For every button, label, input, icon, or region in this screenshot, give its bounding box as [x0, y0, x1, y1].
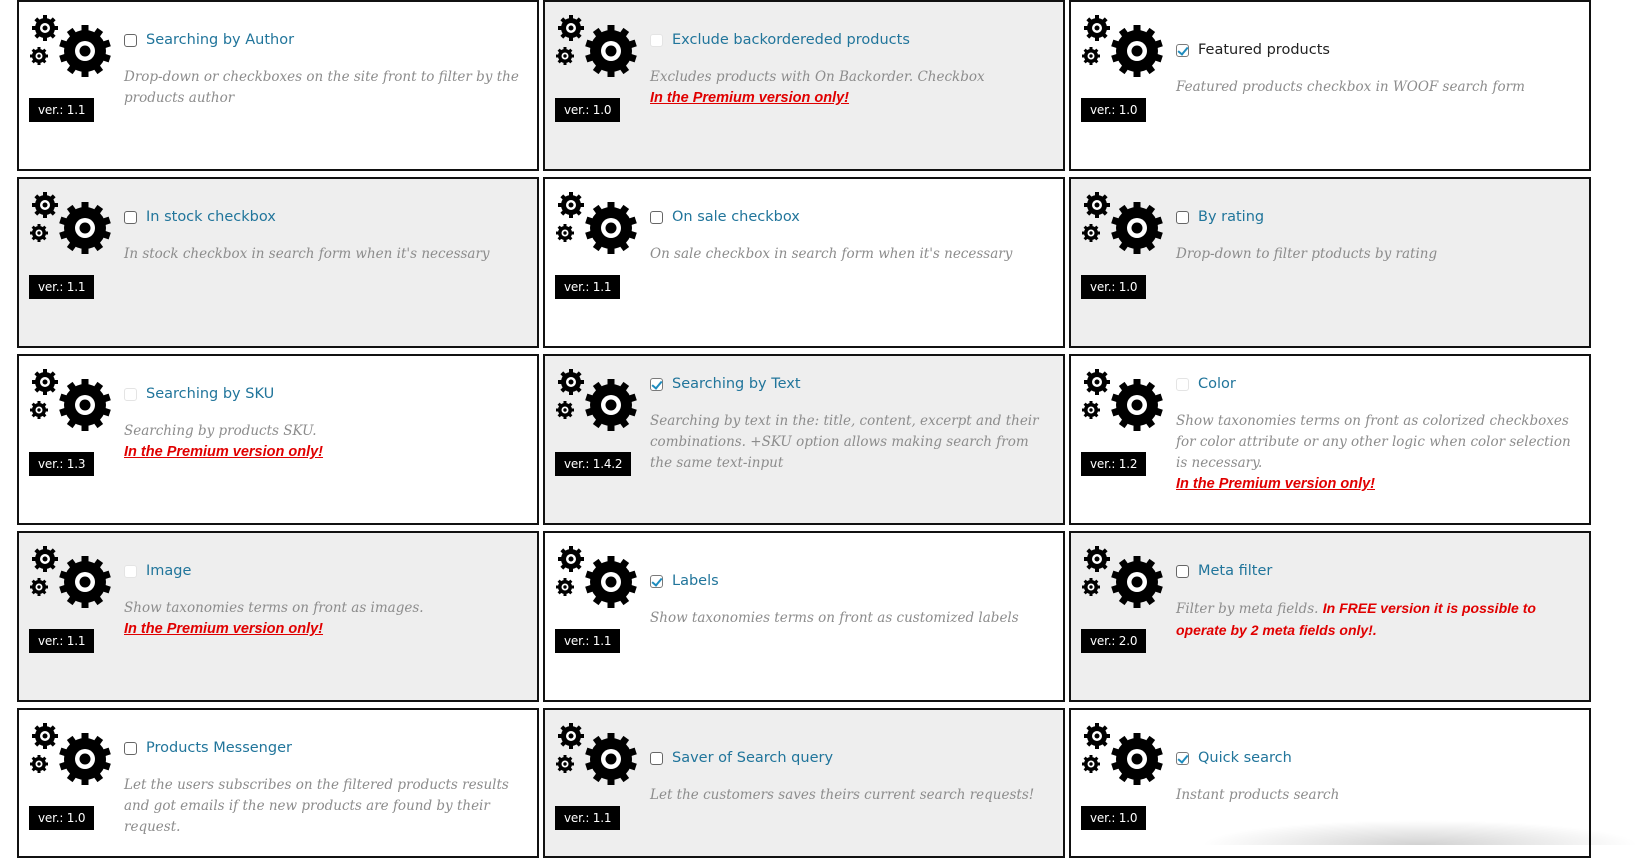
enable-checkbox[interactable] — [1176, 43, 1189, 57]
description-text: Excludes products with On Backorder. Che… — [650, 69, 985, 85]
extension-title[interactable]: Products Messenger — [146, 740, 292, 756]
extension-title[interactable]: Image — [146, 563, 191, 579]
version-badge: ver.: 2.0 — [1081, 629, 1147, 653]
extension-title[interactable]: By rating — [1198, 209, 1264, 225]
extension-card: ver.: 1.1 Labels Show taxonomies terms on … — [543, 531, 1065, 702]
extension-card: ver.: 1.0 By rating Drop-down to filter pt… — [1069, 177, 1591, 348]
description-text: Show taxonomies terms on front as colori… — [1176, 413, 1571, 471]
extension-card: ver.: 1.1 On sale checkbox On sale checkbo… — [543, 177, 1065, 348]
enable-checkbox[interactable] — [1176, 564, 1189, 578]
description-text: Drop-down to filter ptoducts by rating — [1176, 246, 1438, 262]
extension-description: Excludes products with On Backorder. Che… — [650, 67, 1051, 108]
extension-card: ver.: 1.3 Searching by SKU Searching by pr… — [17, 354, 539, 525]
enable-checkbox[interactable] — [124, 210, 137, 224]
extension-card: ver.: 1.1 Saver of Search query Let the cu… — [543, 708, 1065, 858]
extension-card: ver.: 1.0 Exclude backordereded products E… — [543, 0, 1065, 171]
description-text: Instant products search — [1176, 787, 1340, 803]
extension-title[interactable]: Exclude backordereded products — [672, 32, 910, 48]
extension-title[interactable]: Featured products — [1198, 42, 1330, 58]
enable-checkbox[interactable] — [650, 574, 663, 588]
extension-title[interactable]: Searching by SKU — [146, 386, 274, 402]
extension-card: ver.: 1.0 Products Messenger Let the users… — [17, 708, 539, 858]
description-text: In stock checkbox in search form when it… — [124, 246, 490, 262]
description-text: Searching by products SKU. — [124, 423, 317, 439]
enable-checkbox[interactable] — [650, 210, 663, 224]
description-text: Filter by meta fields. — [1176, 601, 1319, 617]
extension-title[interactable]: Searching by Author — [146, 32, 294, 48]
extension-title[interactable]: Saver of Search query — [672, 750, 833, 766]
extension-card: ver.: 1.0 Featured products Featured produ… — [1069, 0, 1591, 171]
version-badge: ver.: 1.1 — [29, 275, 95, 299]
extension-card: ver.: 1.2 Color Show taxonomies terms on f… — [1069, 354, 1591, 525]
extension-description: On sale checkbox in search form when it'… — [650, 244, 1051, 265]
version-badge: ver.: 1.0 — [29, 806, 95, 830]
extension-card: ver.: 1.1 Image Show taxonomies terms on f… — [17, 531, 539, 702]
description-text: Let the users subscribes on the filtered… — [124, 777, 509, 835]
description-text: Drop-down or checkboxes on the site fron… — [124, 69, 519, 106]
extension-description: Instant products search — [1176, 785, 1577, 806]
extension-description: Show taxonomies terms on front as images… — [124, 598, 525, 639]
extension-title[interactable]: Meta filter — [1198, 563, 1272, 579]
description-text: On sale checkbox in search form when it'… — [650, 246, 1013, 262]
enable-checkbox[interactable] — [650, 33, 663, 47]
extension-description: Filter by meta fields. In FREE version i… — [1176, 598, 1577, 642]
enable-checkbox[interactable] — [124, 33, 137, 47]
enable-checkbox[interactable] — [1176, 210, 1189, 224]
premium-only-link[interactable]: In the Premium version only! — [650, 88, 1051, 108]
extension-card: ver.: 1.4.2 Searching by Text Searching by… — [543, 354, 1065, 525]
extension-title[interactable]: Labels — [672, 573, 719, 589]
description-text: Show taxonomies terms on front as images… — [124, 600, 424, 616]
extension-card: ver.: 1.1 Searching by Author Drop-down or… — [17, 0, 539, 171]
description-text: Featured products checkbox in WOOF searc… — [1176, 79, 1525, 95]
version-badge: ver.: 1.0 — [1081, 98, 1147, 122]
enable-checkbox[interactable] — [124, 741, 137, 755]
enable-checkbox[interactable] — [124, 564, 137, 578]
extension-title[interactable]: Quick search — [1198, 750, 1292, 766]
description-text: Searching by text in the: title, content… — [650, 413, 1039, 471]
extension-title[interactable]: Color — [1198, 376, 1236, 392]
extension-description: Show taxonomies terms on front as colori… — [1176, 411, 1577, 494]
extension-title[interactable]: Searching by Text — [672, 376, 801, 392]
extension-card: ver.: 2.0 Meta filter Filter by meta field… — [1069, 531, 1591, 702]
enable-checkbox[interactable] — [124, 387, 137, 401]
extension-card: ver.: 1.0 Quick search Instant products se… — [1069, 708, 1591, 858]
premium-only-link[interactable]: In the Premium version only! — [124, 619, 525, 639]
version-badge: ver.: 1.1 — [555, 806, 621, 830]
extension-card: ver.: 1.1 In stock checkbox In stock check… — [17, 177, 539, 348]
version-badge: ver.: 1.4.2 — [555, 452, 632, 476]
extension-title[interactable]: On sale checkbox — [672, 209, 800, 225]
extension-description: Drop-down to filter ptoducts by rating — [1176, 244, 1577, 265]
version-badge: ver.: 1.1 — [29, 629, 95, 653]
premium-only-link[interactable]: In the Premium version only! — [1176, 474, 1577, 494]
extension-description: Featured products checkbox in WOOF searc… — [1176, 77, 1577, 98]
enable-checkbox[interactable] — [650, 751, 663, 765]
extension-description: Searching by text in the: title, content… — [650, 411, 1051, 474]
version-badge: ver.: 1.1 — [29, 98, 95, 122]
enable-checkbox[interactable] — [1176, 751, 1189, 765]
extension-description: Show taxonomies terms on front as custom… — [650, 608, 1051, 629]
version-badge: ver.: 1.3 — [29, 452, 95, 476]
extension-description: In stock checkbox in search form when it… — [124, 244, 525, 265]
enable-checkbox[interactable] — [650, 377, 663, 391]
extension-description: Let the customers saves theirs current s… — [650, 785, 1051, 806]
extension-title[interactable]: In stock checkbox — [146, 209, 276, 225]
extension-description: Searching by products SKU. In the Premium… — [124, 421, 525, 462]
description-text: Show taxonomies terms on front as custom… — [650, 610, 1019, 626]
description-text: Let the customers saves theirs current s… — [650, 787, 1035, 803]
extension-description: Drop-down or checkboxes on the site fron… — [124, 67, 525, 109]
enable-checkbox[interactable] — [1176, 377, 1189, 391]
version-badge: ver.: 1.0 — [1081, 806, 1147, 830]
version-badge: ver.: 1.2 — [1081, 452, 1147, 476]
extension-description: Let the users subscribes on the filtered… — [124, 775, 525, 838]
extensions-grid: ver.: 1.1 Searching by Author Drop-down or… — [0, 0, 1647, 858]
version-badge: ver.: 1.0 — [555, 98, 621, 122]
premium-only-link[interactable]: In the Premium version only! — [124, 442, 525, 462]
version-badge: ver.: 1.0 — [1081, 275, 1147, 299]
version-badge: ver.: 1.1 — [555, 275, 621, 299]
version-badge: ver.: 1.1 — [555, 629, 621, 653]
